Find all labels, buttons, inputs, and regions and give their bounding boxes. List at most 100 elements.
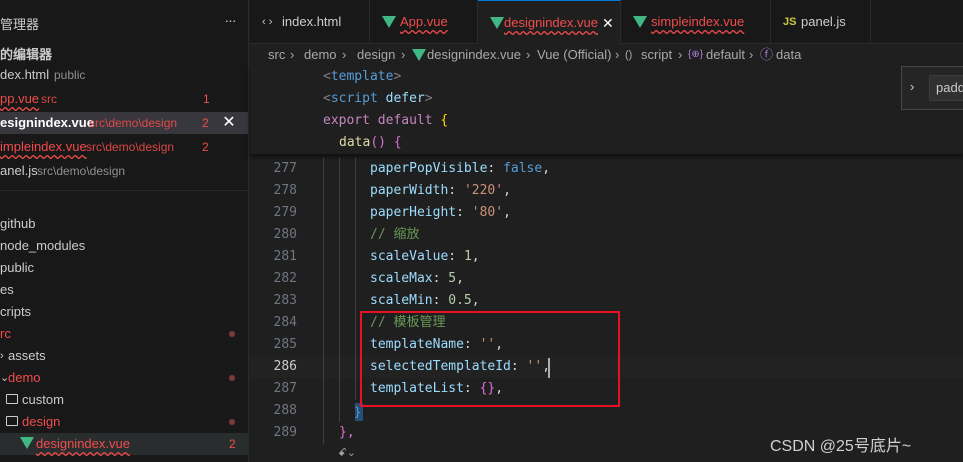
tree-item-label: public xyxy=(0,260,34,275)
problem-dot xyxy=(229,419,235,425)
breadcrumb-item-src[interactable]: src xyxy=(268,44,285,66)
open-editor-path: public xyxy=(54,68,86,82)
tab-index-html[interactable]: ‹ › index.html xyxy=(250,0,370,44)
chevron-right-icon: › xyxy=(342,47,347,62)
function-icon: ⓕ xyxy=(760,47,774,62)
vue-file-icon xyxy=(382,16,396,28)
breadcrumb-item-script[interactable]: script xyxy=(641,44,672,66)
tree-item-public[interactable]: public xyxy=(0,257,248,279)
breadcrumb: src › demo › design › designindex.vue › … xyxy=(250,44,963,66)
chevron-right-icon: › xyxy=(678,47,683,62)
open-editor-name: impleindex.vue xyxy=(0,139,87,154)
tab-label: panel.js xyxy=(801,14,846,29)
tree-item-github[interactable]: github xyxy=(0,213,248,235)
breadcrumb-item-data[interactable]: data xyxy=(776,44,801,66)
chevron-right-icon: › xyxy=(526,47,531,62)
more-actions-icon[interactable]: ··· xyxy=(220,10,240,30)
vue-file-icon xyxy=(412,49,426,61)
tab-designindex-vue[interactable]: designindex.vue ✕ xyxy=(478,0,621,45)
code-comment: // 缩放 xyxy=(370,227,420,242)
breadcrumb-item-language[interactable]: Vue (Official) xyxy=(537,44,611,66)
breadcrumb-item-default[interactable]: default xyxy=(706,44,745,66)
chevron-right-icon: › xyxy=(0,350,4,362)
tab-label: App.vue xyxy=(400,14,448,29)
chevron-right-icon: › xyxy=(401,47,406,62)
code-line-282: 282 scaleMax: 5, xyxy=(250,268,963,290)
tree-item-label: rc xyxy=(0,326,11,341)
chevron-right-icon: › xyxy=(749,47,754,62)
tab-label: simpleindex.vue xyxy=(651,14,745,29)
open-editor-path: src\demo\design xyxy=(37,164,126,178)
tree-item-src[interactable]: rc xyxy=(0,323,248,345)
js-file-icon: JS xyxy=(783,16,797,28)
open-editor-name: esignindex.vue xyxy=(0,115,94,130)
tree-item-label: demo xyxy=(8,370,41,385)
tree-item-custom[interactable]: custom xyxy=(0,389,248,411)
open-editor-item-simpleindex-vue[interactable]: impleindex.vue src\demo\design 2 xyxy=(0,136,248,158)
folder-icon xyxy=(6,394,18,404)
chevron-right-icon: › xyxy=(615,47,620,62)
problem-count-badge: 2 xyxy=(202,116,209,130)
annotation-highlight-box xyxy=(360,311,620,407)
tree-item-label: es xyxy=(0,282,14,297)
vue-file-icon xyxy=(633,16,647,28)
toggle-replace-chevron-icon[interactable]: › xyxy=(910,79,914,94)
tree-item-label: design xyxy=(22,414,61,429)
problem-count-badge: 1 xyxy=(203,92,210,106)
tree-item-design[interactable]: design xyxy=(0,411,248,433)
sticky-scroll-header[interactable]: <template> <script defer> export default… xyxy=(250,66,963,154)
tab-label: designindex.vue xyxy=(504,15,598,30)
code-line-281: 281 scaleValue: 1, xyxy=(250,246,963,268)
problem-dot xyxy=(229,331,235,337)
vue-file-icon xyxy=(490,17,504,29)
tab-label: index.html xyxy=(282,14,342,29)
tree-item-es[interactable]: es xyxy=(0,279,248,301)
code-line-277: 277 paperPopVisible: false, xyxy=(250,158,963,180)
tree-item-demo[interactable]: ⌄ demo xyxy=(0,367,248,389)
breadcrumb-item-file[interactable]: designindex.vue xyxy=(427,44,521,66)
find-input[interactable]: padd xyxy=(929,75,963,101)
code-line-280: 280 // 缩放 xyxy=(250,224,963,246)
tree-item-label: designindex.vue xyxy=(36,436,130,451)
code-line-278: 278 paperWidth: '220', xyxy=(250,180,963,202)
explorer-title: 管理器 xyxy=(0,17,40,32)
tree-item-assets[interactable]: › assets xyxy=(0,345,248,367)
script-scope-icon: () xyxy=(625,49,633,61)
sticky-line-script[interactable]: <script defer> xyxy=(323,88,433,110)
open-editor-item-panel-js[interactable]: anel.js src\demo\design xyxy=(0,160,248,182)
sticky-line-data[interactable]: data() { xyxy=(339,132,402,154)
tree-item-node-modules[interactable]: node_modules xyxy=(0,235,248,257)
code-line-279: 279 paperHeight: '80', xyxy=(250,202,963,224)
open-editors-section-title[interactable]: 的编辑器 xyxy=(0,44,52,63)
close-editor-icon[interactable]: ✕ xyxy=(220,112,238,134)
chevron-right-icon: › xyxy=(290,47,295,62)
tab-panel-js[interactable]: JS panel.js xyxy=(771,0,871,44)
close-tab-icon[interactable]: ✕ xyxy=(602,1,614,45)
fold-control-icon[interactable]: ꗃ⌄ xyxy=(338,446,356,460)
tab-app-vue[interactable]: App.vue xyxy=(370,0,478,44)
open-editor-name: pp.vue xyxy=(0,91,40,106)
sticky-line-export[interactable]: export default { xyxy=(323,110,448,132)
section-divider xyxy=(0,190,248,191)
find-widget: › padd xyxy=(901,66,963,110)
tree-item-label: custom xyxy=(22,392,64,407)
open-editor-path: src xyxy=(41,92,57,106)
tab-simpleindex-vue[interactable]: simpleindex.vue xyxy=(621,0,771,44)
editor-tab-bar: ‹ › index.html App.vue designindex.vue ✕… xyxy=(250,0,963,45)
open-editor-item-designindex-vue[interactable]: esignindex.vue src\demo\design 2 ✕ xyxy=(0,112,248,134)
open-editor-name: dex.html xyxy=(0,67,50,82)
open-editor-item-app-vue[interactable]: pp.vue src 1 xyxy=(0,88,248,110)
explorer-sidebar: 管理器 ··· 的编辑器 dex.html public pp.vue src … xyxy=(0,0,249,462)
module-icon: {⊕} xyxy=(688,49,704,60)
open-editor-item-index-html[interactable]: dex.html public xyxy=(0,64,248,86)
open-editor-path: src\demo\design xyxy=(89,116,178,130)
tree-item-label: assets xyxy=(8,348,46,363)
tree-item-designindex-vue[interactable]: designindex.vue 2 xyxy=(0,433,248,455)
problem-count-badge: 2 xyxy=(202,140,209,154)
tree-item-scripts[interactable]: cripts xyxy=(0,301,248,323)
breadcrumb-item-design[interactable]: design xyxy=(357,44,395,66)
sticky-line-template[interactable]: <template> xyxy=(323,66,401,88)
breadcrumb-item-demo[interactable]: demo xyxy=(304,44,337,66)
open-editor-path: src\demo\design xyxy=(86,140,175,154)
tree-item-label: cripts xyxy=(0,304,32,319)
